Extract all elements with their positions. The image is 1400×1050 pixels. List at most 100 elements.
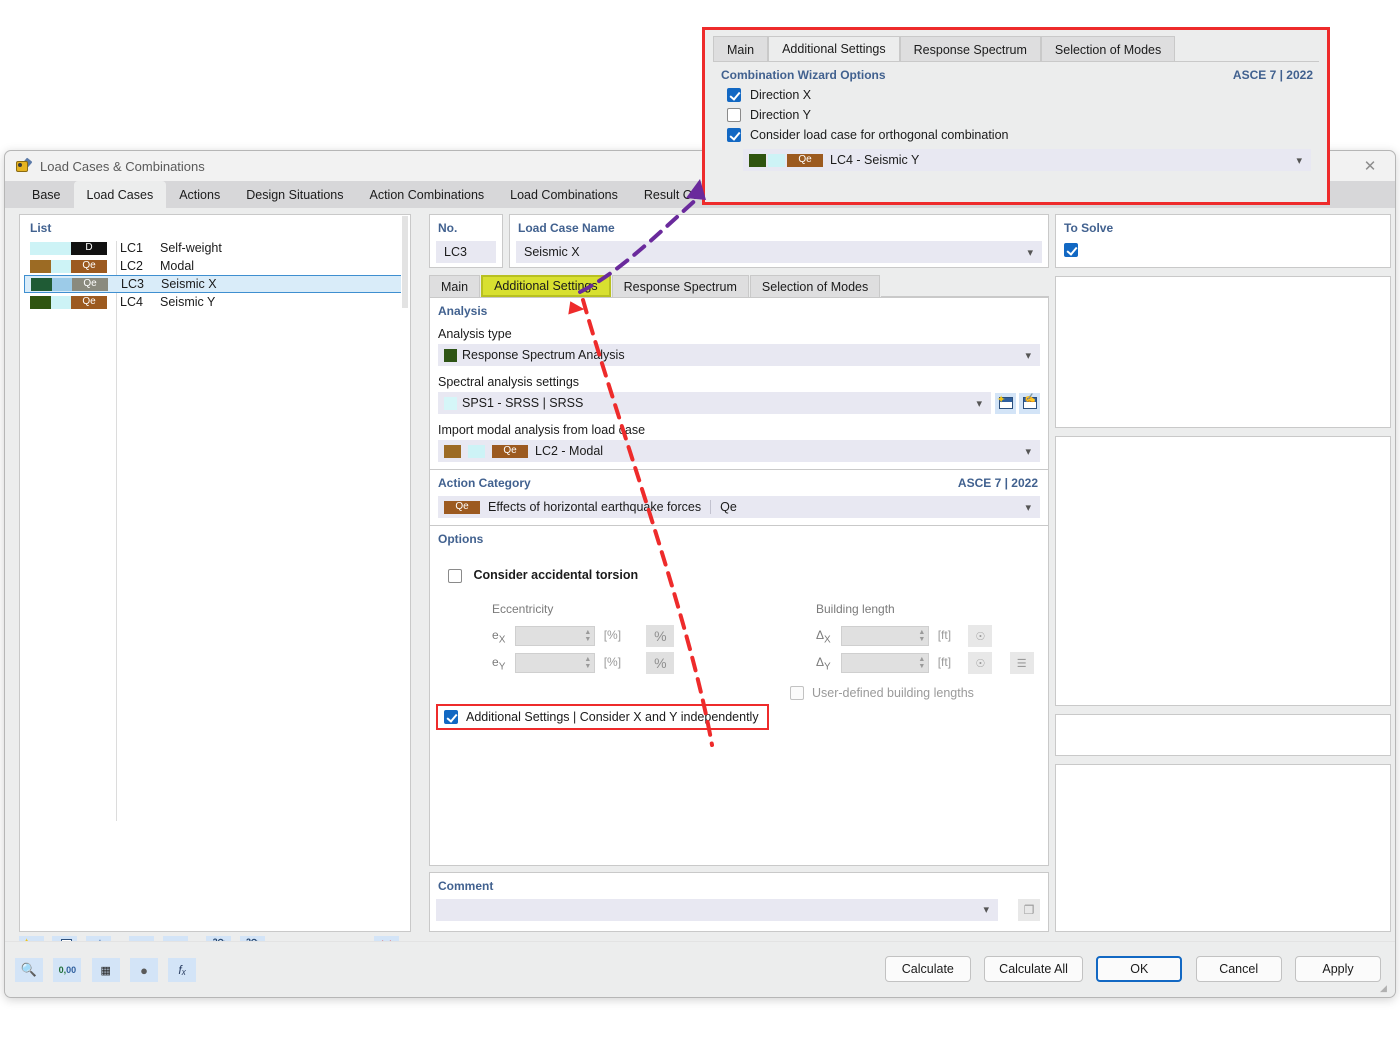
analysis-section: Analysis Analysis type Response Spectrum… (429, 298, 1049, 470)
list-scrollbar[interactable] (401, 216, 409, 930)
inner-tab-main[interactable]: Main (429, 275, 481, 297)
action-category-value: Effects of horizontal earthquake forces (488, 500, 702, 514)
search-tool-button[interactable]: 🔍 (15, 958, 43, 982)
building-length-label: Building length (816, 602, 895, 616)
action-category-section: Action Category ASCE 7 | 2022 Qe Effects… (429, 470, 1049, 526)
tab-load-combinations[interactable]: Load Combinations (497, 181, 631, 208)
direction-y-checkbox[interactable] (727, 108, 741, 122)
consider-accidental-torsion-row[interactable]: Consider accidental torsion (430, 546, 1048, 583)
list-item[interactable]: D LC1 Self-weight (20, 239, 410, 257)
dx-input[interactable]: ▲ ▼ (841, 626, 930, 646)
tab-load-cases[interactable]: Load Cases (73, 181, 167, 208)
copy-building-length-button[interactable]: ☰ (1009, 652, 1034, 674)
calculate-all-button[interactable]: Calculate All (984, 956, 1083, 982)
load-case-no-input[interactable]: LC3 (436, 241, 496, 263)
dy-input[interactable]: ▲ ▼ (841, 653, 930, 673)
orthogonal-load-case-dropdown[interactable]: Qe LC4 - Seismic Y ▾ (743, 149, 1311, 171)
tab-action-combinations[interactable]: Action Combinations (357, 181, 498, 208)
display-properties-button[interactable]: ▦ (91, 958, 120, 982)
ex-input[interactable]: ▲ ▼ (515, 626, 596, 646)
edit-spectral-settings-button[interactable]: ✍ (1019, 392, 1040, 414)
row-category-badge: Qe (71, 259, 107, 273)
chevron-down-icon: ▾ (976, 397, 982, 410)
row-category-badge: Qe (72, 277, 108, 291)
load-case-name-label: Load Case Name (518, 221, 615, 235)
chevron-down-icon: ▾ (983, 904, 989, 916)
to-solve-checkbox[interactable] (1064, 243, 1078, 257)
overlay-orthogonal-combination-row[interactable]: Consider load case for orthogonal combin… (713, 122, 1319, 142)
analysis-type-dropdown[interactable]: Response Spectrum Analysis ▾ (438, 344, 1040, 366)
orthogonal-combination-checkbox[interactable] (727, 128, 741, 142)
comment-label: Comment (438, 879, 494, 893)
tab-actions[interactable]: Actions (166, 181, 233, 208)
list-panel-title: List (30, 221, 52, 235)
overlay-tab-response-spectrum[interactable]: Response Spectrum (899, 36, 1041, 62)
overlay-body: Combination Wizard Options ASCE 7 | 2022… (713, 62, 1319, 196)
tab-design-situations[interactable]: Design Situations (233, 181, 356, 208)
overlay-tab-additional-settings[interactable]: Additional Settings (768, 36, 900, 62)
orthogonal-swatch-2 (768, 153, 785, 167)
tab-base[interactable]: Base (19, 181, 74, 208)
pick-length-icon: ☉ (975, 657, 986, 670)
direction-y-label: Direction Y (750, 108, 811, 122)
row-load-case-no: LC1 (120, 241, 143, 255)
action-category-standard: ASCE 7 | 2022 (957, 476, 1038, 490)
right-panel-middle (1055, 436, 1391, 706)
pick-building-length-x-button[interactable]: ☉ (968, 625, 993, 647)
inner-tab-selection-of-modes[interactable]: Selection of Modes (749, 275, 881, 297)
direction-x-checkbox[interactable] (727, 88, 741, 102)
close-window-button[interactable]: ✕ (1347, 151, 1393, 181)
consider-accidental-torsion-checkbox[interactable] (448, 568, 462, 583)
inner-tab-response-spectrum[interactable]: Response Spectrum (611, 275, 749, 297)
formula-tool-button[interactable]: fₓ (168, 958, 197, 982)
ey-unit: [%] (603, 655, 622, 670)
additional-settings-consider-xy-row[interactable]: Additional Settings | Consider X and Y i… (436, 704, 769, 730)
user-defined-building-lengths-checkbox[interactable] (790, 686, 804, 700)
units-tool-button[interactable]: 0,00 (53, 958, 82, 982)
pick-building-length-y-button[interactable]: ☉ (968, 652, 993, 674)
overlay-direction-x-row[interactable]: Direction X (713, 82, 1319, 102)
action-category-dropdown[interactable]: Qe Effects of horizontal earthquake forc… (438, 496, 1040, 518)
row-color-swatch-2 (51, 295, 71, 309)
load-case-name-card: Load Case Name Seismic X ▾ (509, 214, 1049, 268)
cancel-button[interactable]: Cancel (1195, 956, 1282, 982)
overlay-tab-selection-of-modes[interactable]: Selection of Modes (1040, 36, 1176, 62)
load-case-name-input[interactable]: Seismic X ▾ (516, 241, 1042, 263)
copy-comment-button[interactable]: ❐ (1018, 899, 1040, 921)
list-item[interactable]: Qe LC4 Seismic Y (20, 293, 410, 311)
ex-percent-button[interactable]: % (646, 625, 675, 647)
list-item-selected[interactable]: Qe LC3 Seismic X (24, 275, 404, 293)
list-scrollbar-thumb[interactable] (402, 216, 408, 308)
user-defined-building-lengths-row[interactable]: User-defined building lengths (790, 686, 974, 700)
overlay-section-title: Combination Wizard Options ASCE 7 | 2022 (713, 62, 1319, 82)
spectral-settings-dropdown[interactable]: SPS1 - SRSS | SRSS ▾ (438, 392, 991, 414)
inner-tab-additional-settings[interactable]: Additional Settings (481, 275, 611, 297)
ok-button[interactable]: OK (1096, 956, 1183, 982)
calculate-button[interactable]: Calculate (884, 956, 971, 982)
consider-x-y-independently-checkbox[interactable] (444, 710, 458, 724)
ey-percent-button[interactable]: % (646, 652, 675, 674)
resize-grip[interactable]: ◢ (1380, 983, 1390, 993)
edit-spectral-settings-icon: ✍ (1022, 393, 1037, 409)
ey-input[interactable]: ▲ ▼ (515, 653, 596, 673)
spectral-settings-label: Spectral analysis settings (438, 375, 580, 389)
row-color-swatch-1 (30, 259, 51, 273)
consider-x-y-independently-label: Additional Settings | Consider X and Y i… (466, 710, 759, 724)
copy-stack-icon: ☰ (1016, 657, 1027, 670)
overlay-tab-main[interactable]: Main (713, 36, 769, 62)
right-panel-middle-small (1055, 714, 1391, 756)
comment-input[interactable]: ▾ (436, 899, 998, 921)
spectral-settings-value: SPS1 - SRSS | SRSS (462, 396, 584, 410)
action-category-badge: Qe (444, 500, 480, 514)
new-spectral-settings-button[interactable]: ✦ (995, 392, 1016, 414)
row-color-swatch-2 (51, 241, 71, 255)
overlay-direction-y-row[interactable]: Direction Y (713, 102, 1319, 122)
import-modal-swatch-1 (444, 444, 461, 458)
point-tool-button[interactable]: ● (130, 958, 159, 982)
apply-button[interactable]: Apply (1295, 956, 1381, 982)
analysis-type-label: Analysis type (438, 327, 512, 341)
analysis-type-swatch (444, 348, 457, 362)
import-modal-dropdown[interactable]: Qe LC2 - Modal ▾ (438, 440, 1040, 462)
list-item[interactable]: Qe LC2 Modal (20, 257, 410, 275)
options-section-title: Options (438, 532, 484, 546)
